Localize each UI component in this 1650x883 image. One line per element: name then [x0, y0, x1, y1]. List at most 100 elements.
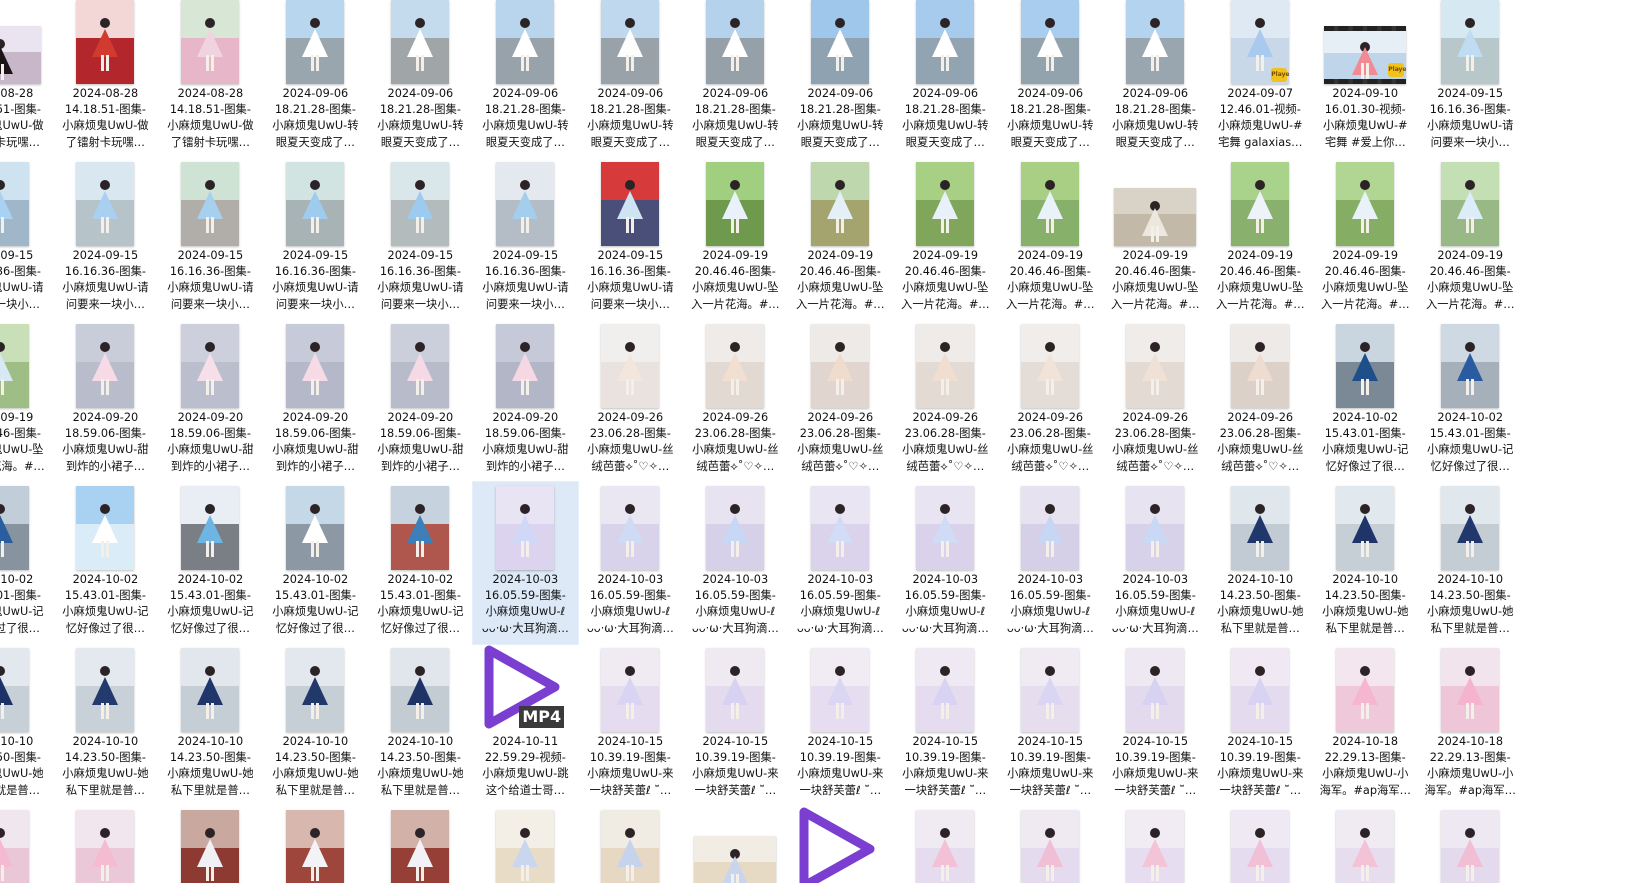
photo-file-item[interactable]: 2024-10-10 14.23.50-图集- 小麻烦鬼UwU-她私下里就是普…	[158, 644, 263, 806]
photo-file-item[interactable]: 2024-10-02 15.43.01-图集- 小麻烦鬼UwU-记忆好像过了很…	[158, 482, 263, 644]
photo-file-item[interactable]: 2024-09-19 20.46.46-图集- 小麻烦鬼UwU-坠入一片花海。#…	[788, 158, 893, 320]
photo-file-item[interactable]: 2024-10-15 10.39.19-图集- 小麻烦鬼UwU-来 一块舒芙蕾ℓ ˘̈…	[683, 644, 788, 806]
photo-file-item[interactable]	[1103, 806, 1208, 883]
photo-file-item[interactable]	[1418, 806, 1523, 883]
photo-file-item[interactable]: 2024-09-06 18.21.28-图集- 小麻烦鬼UwU-转 眼夏天变成了…	[578, 0, 683, 158]
photo-file-item[interactable]: 2024-10-03 16.05.59-图集- 小麻烦鬼UwU-ℓ ᴗᴗ·ω·大耳狗滴…	[1103, 482, 1208, 644]
photo-file-item[interactable]: 2024-09-06 18.21.28-图集- 小麻烦鬼UwU-转 眼夏天变成了…	[263, 0, 368, 158]
photo-file-item[interactable]: 2024-10-15 10.39.19-图集- 小麻烦鬼UwU-来 一块舒芙蕾ℓ ˘̈…	[893, 644, 998, 806]
photo-file-item[interactable]: 2024-09-20 18.59.06-图集- 小麻烦鬼UwU-甜 到炸的小裙子…	[473, 320, 578, 482]
photo-file-item[interactable]	[893, 806, 998, 883]
thumbnail-frame	[53, 806, 158, 883]
photo-file-item[interactable]: 2024-09-06 18.21.28-图集- 小麻烦鬼UwU-转 眼夏天变成了…	[893, 0, 998, 158]
photo-file-item[interactable]: 2024-10-18 22.29.13-图集- 小麻烦鬼UwU-小 海军。#ap海军…	[1418, 644, 1523, 806]
photo-file-item[interactable]	[368, 806, 473, 883]
photo-file-item[interactable]: 2024-10-03 16.05.59-图集- 小麻烦鬼UwU-ℓ ᴗᴗ·ω·大耳狗滴…	[788, 482, 893, 644]
photo-file-item[interactable]: 2024-09-15 16.16.36-图集- 小麻烦鬼UwU-请问要来一块小…	[158, 158, 263, 320]
photo-file-item[interactable]	[0, 806, 53, 883]
photo-file-item[interactable]: 2024-09-15 16.16.36-图集- 小麻烦鬼UwU-请问要来一块小…	[473, 158, 578, 320]
photo-file-item[interactable]: 2024-09-19 20.46.46-图集- 小麻烦鬼UwU-坠入一片花海。#…	[683, 158, 788, 320]
photo-file-item[interactable]	[473, 806, 578, 883]
photo-file-item[interactable]: 2024-10-15 10.39.19-图集- 小麻烦鬼UwU-来 一块舒芙蕾ℓ ˘̈…	[578, 644, 683, 806]
photo-file-item[interactable]	[683, 806, 788, 883]
photo-file-item[interactable]: 2024-09-20 18.59.06-图集- 小麻烦鬼UwU-甜 到炸的小裙子…	[368, 320, 473, 482]
photo-file-item[interactable]: 2024-10-03 16.05.59-图集- 小麻烦鬼UwU-ℓ ᴗᴗ·ω·大耳狗滴…	[683, 482, 788, 644]
photo-file-item[interactable]: 2024-08-28 14.18.51-图集- 小麻烦鬼UwU-做了镭射卡玩嘿…	[158, 0, 263, 158]
video-file-item[interactable]: Player 2024-09-07 12.46.01-视频- 小麻烦鬼UwU-# 宅舞 …	[1208, 0, 1313, 158]
photo-file-item[interactable]: 2024-10-02 15.43.01-图集- 小麻烦鬼UwU-记忆好像过了很…	[1313, 320, 1418, 482]
photo-file-item[interactable]: 2024-09-06 18.21.28-图集- 小麻烦鬼UwU-转 眼夏天变成了…	[683, 0, 788, 158]
photo-file-item[interactable]: 2024-09-19 20.46.46-图集- 小麻烦鬼UwU-坠入一片花海。#…	[1418, 158, 1523, 320]
photo-file-item[interactable]: 2024-10-18 22.29.13-图集- 小麻烦鬼UwU-小 海军。#ap海军…	[1313, 644, 1418, 806]
file-name-line: 小麻烦鬼UwU-记	[377, 605, 464, 619]
photo-file-item[interactable]: 2024-10-10 14.23.50-图集- 小麻烦鬼UwU-她私下里就是普…	[0, 644, 53, 806]
photo-file-item[interactable]: 2024-10-15 10.39.19-图集- 小麻烦鬼UwU-来 一块舒芙蕾ℓ ˘̈…	[1208, 644, 1313, 806]
photo-file-item[interactable]: 2024-10-15 10.39.19-图集- 小麻烦鬼UwU-来 一块舒芙蕾ℓ ˘̈…	[1103, 644, 1208, 806]
photo-file-item[interactable]: 2024-09-19 20.46.46-图集- 小麻烦鬼UwU-坠入一片花海。#…	[893, 158, 998, 320]
file-name-line: 小麻烦鬼UwU-小	[1427, 767, 1514, 781]
photo-file-item[interactable]: 2024-09-26 23.06.28-图集- 小麻烦鬼UwU-丝 绒芭蕾⟡˚♡✧…	[998, 320, 1103, 482]
photo-file-item[interactable]	[578, 806, 683, 883]
photo-file-item[interactable]: 2024-08-28 14.18.51-图集- 小麻烦鬼UwU-做了镭射卡玩嘿…	[53, 0, 158, 158]
photo-file-item[interactable]: 2024-09-26 23.06.28-图集- 小麻烦鬼UwU-丝 绒芭蕾⟡˚♡✧…	[788, 320, 893, 482]
photo-file-item[interactable]: 2024-10-10 14.23.50-图集- 小麻烦鬼UwU-她私下里就是普…	[263, 644, 368, 806]
photo-file-item[interactable]	[1313, 806, 1418, 883]
photo-file-item[interactable]: 2024-09-26 23.06.28-图集- 小麻烦鬼UwU-丝 绒芭蕾⟡˚♡✧…	[893, 320, 998, 482]
photo-file-item[interactable]: 2024-10-10 14.23.50-图集- 小麻烦鬼UwU-她私下里就是普…	[368, 644, 473, 806]
photo-file-item[interactable]: 2024-10-10 14.23.50-图集- 小麻烦鬼UwU-她私下里就是普…	[1418, 482, 1523, 644]
photo-file-item[interactable]: 2024-09-15 16.16.36-图集- 小麻烦鬼UwU-请问要来一块小…	[0, 158, 53, 320]
photo-file-item[interactable]: 2024-10-02 15.43.01-图集- 小麻烦鬼UwU-记忆好像过了很…	[368, 482, 473, 644]
photo-file-item[interactable]	[1208, 806, 1313, 883]
photo-file-item[interactable]: 2024-10-02 15.43.01-图集- 小麻烦鬼UwU-记忆好像过了很…	[53, 482, 158, 644]
photo-file-item[interactable]: 2024-09-20 18.59.06-图集- 小麻烦鬼UwU-甜 到炸的小裙子…	[158, 320, 263, 482]
photo-file-item[interactable]: 2024-09-26 23.06.28-图集- 小麻烦鬼UwU-丝 绒芭蕾⟡˚♡✧…	[578, 320, 683, 482]
photo-file-item[interactable]: 2024-09-06 18.21.28-图集- 小麻烦鬼UwU-转 眼夏天变成了…	[998, 0, 1103, 158]
video-file-item[interactable]: MP4 2024-10-11 22.59.29-视频- 小麻烦鬼UwU-跳 这个给道士哥…	[473, 644, 578, 806]
photo-file-item[interactable]: 2024-09-19 20.46.46-图集- 小麻烦鬼UwU-坠入一片花海。#…	[1208, 158, 1313, 320]
photo-file-item[interactable]: 2024-09-19 20.46.46-图集- 小麻烦鬼UwU-坠入一片花海。#…	[1103, 158, 1208, 320]
photo-file-item[interactable]: 2024-10-03 16.05.59-图集- 小麻烦鬼UwU-ℓ ᴗᴗ·ω·大耳狗滴…	[998, 482, 1103, 644]
photo-file-item[interactable]: 2024-10-10 14.23.50-图集- 小麻烦鬼UwU-她私下里就是普…	[1208, 482, 1313, 644]
photo-file-item[interactable]: 2024-10-15 10.39.19-图集- 小麻烦鬼UwU-来 一块舒芙蕾ℓ ˘̈…	[998, 644, 1103, 806]
photo-file-item[interactable]	[158, 806, 263, 883]
photo-file-item[interactable]: 2024-09-06 18.21.28-图集- 小麻烦鬼UwU-转 眼夏天变成了…	[1103, 0, 1208, 158]
photo-file-item[interactable]: 2024-10-03 16.05.59-图集- 小麻烦鬼UwU-ℓ ᴗᴗ·ω·大耳狗滴…	[893, 482, 998, 644]
photo-file-item[interactable]: 2024-10-03 16.05.59-图集- 小麻烦鬼UwU-ℓ ᴗᴗ·ω·大耳狗滴…	[471, 481, 579, 645]
photo-file-item[interactable]: 2024-10-02 15.43.01-图集- 小麻烦鬼UwU-记忆好像过了很…	[0, 482, 53, 644]
photo-file-item[interactable]: 2024-09-20 18.59.06-图集- 小麻烦鬼UwU-甜 到炸的小裙子…	[53, 320, 158, 482]
photo-file-item[interactable]	[53, 806, 158, 883]
photo-file-item[interactable]: 2024-10-03 16.05.59-图集- 小麻烦鬼UwU-ℓ ᴗᴗ·ω·大耳狗滴…	[578, 482, 683, 644]
photo-file-item[interactable]: 2024-10-10 14.23.50-图集- 小麻烦鬼UwU-她私下里就是普…	[53, 644, 158, 806]
photo-file-item[interactable]: 2024-10-10 14.23.50-图集- 小麻烦鬼UwU-她私下里就是普…	[1313, 482, 1418, 644]
photo-file-item[interactable]: 2024-09-20 18.59.06-图集- 小麻烦鬼UwU-甜 到炸的小裙子…	[263, 320, 368, 482]
photo-file-item[interactable]: 2024-09-19 20.46.46-图集- 小麻烦鬼UwU-坠入一片花海。#…	[0, 320, 53, 482]
photo-file-item[interactable]: 2024-09-15 16.16.36-图集- 小麻烦鬼UwU-请问要来一块小…	[1418, 0, 1523, 158]
thumbnail-frame	[998, 320, 1103, 408]
photo-file-item[interactable]: 2024-09-15 16.16.36-图集- 小麻烦鬼UwU-请问要来一块小…	[263, 158, 368, 320]
file-date-text: 2024-10-15	[597, 735, 664, 748]
photo-file-item[interactable]: 2024-09-15 16.16.36-图集- 小麻烦鬼UwU-请问要来一块小…	[368, 158, 473, 320]
photo-file-item[interactable]: 2024-10-02 15.43.01-图集- 小麻烦鬼UwU-记忆好像过了很…	[263, 482, 368, 644]
file-name-line: 14.18.51-图集-	[169, 103, 251, 117]
photo-file-item[interactable]: 2024-09-19 20.46.46-图集- 小麻烦鬼UwU-坠入一片花海。#…	[998, 158, 1103, 320]
photo-file-item[interactable]: 2024-09-15 16.16.36-图集- 小麻烦鬼UwU-请问要来一块小…	[53, 158, 158, 320]
photo-file-item[interactable]: 2024-09-06 18.21.28-图集- 小麻烦鬼UwU-转 眼夏天变成了…	[473, 0, 578, 158]
thumbnail-frame	[1313, 482, 1418, 570]
photo-file-item[interactable]: 2024-09-15 16.16.36-图集- 小麻烦鬼UwU-请问要来一块小…	[578, 158, 683, 320]
photo-file-item[interactable]: 2024-09-26 23.06.28-图集- 小麻烦鬼UwU-丝 绒芭蕾⟡˚♡✧…	[1103, 320, 1208, 482]
photo-thumbnail	[916, 324, 975, 408]
photo-file-item[interactable]: 2024-08-28 14.18.51-图集- 小麻烦鬼UwU-做了镭射卡玩嘿…	[0, 0, 53, 158]
photo-file-item[interactable]: 2024-09-06 18.21.28-图集- 小麻烦鬼UwU-转 眼夏天变成了…	[368, 0, 473, 158]
photo-file-item[interactable]: 2024-10-15 10.39.19-图集- 小麻烦鬼UwU-来 一块舒芙蕾ℓ ˘̈…	[788, 644, 893, 806]
photo-file-item[interactable]	[998, 806, 1103, 883]
photo-file-item[interactable]: 2024-09-26 23.06.28-图集- 小麻烦鬼UwU-丝 绒芭蕾⟡˚♡✧…	[1208, 320, 1313, 482]
video-file-item[interactable]: Player 2024-09-10 16.01.30-视频- 小麻烦鬼UwU-# 宅舞 …	[1313, 0, 1418, 158]
file-name-line: 18.21.28-图集-	[274, 103, 356, 117]
photo-thumbnail	[1336, 648, 1395, 732]
photo-file-item[interactable]: 2024-09-06 18.21.28-图集- 小麻烦鬼UwU-转 眼夏天变成了…	[788, 0, 893, 158]
photo-file-item[interactable]	[263, 806, 368, 883]
photo-file-item[interactable]: 2024-09-19 20.46.46-图集- 小麻烦鬼UwU-坠入一片花海。#…	[1313, 158, 1418, 320]
video-file-item[interactable]	[788, 806, 893, 883]
photo-file-item[interactable]: 2024-10-02 15.43.01-图集- 小麻烦鬼UwU-记忆好像过了很…	[1418, 320, 1523, 482]
photo-file-item[interactable]: 2024-09-26 23.06.28-图集- 小麻烦鬼UwU-丝 绒芭蕾⟡˚♡✧…	[683, 320, 788, 482]
